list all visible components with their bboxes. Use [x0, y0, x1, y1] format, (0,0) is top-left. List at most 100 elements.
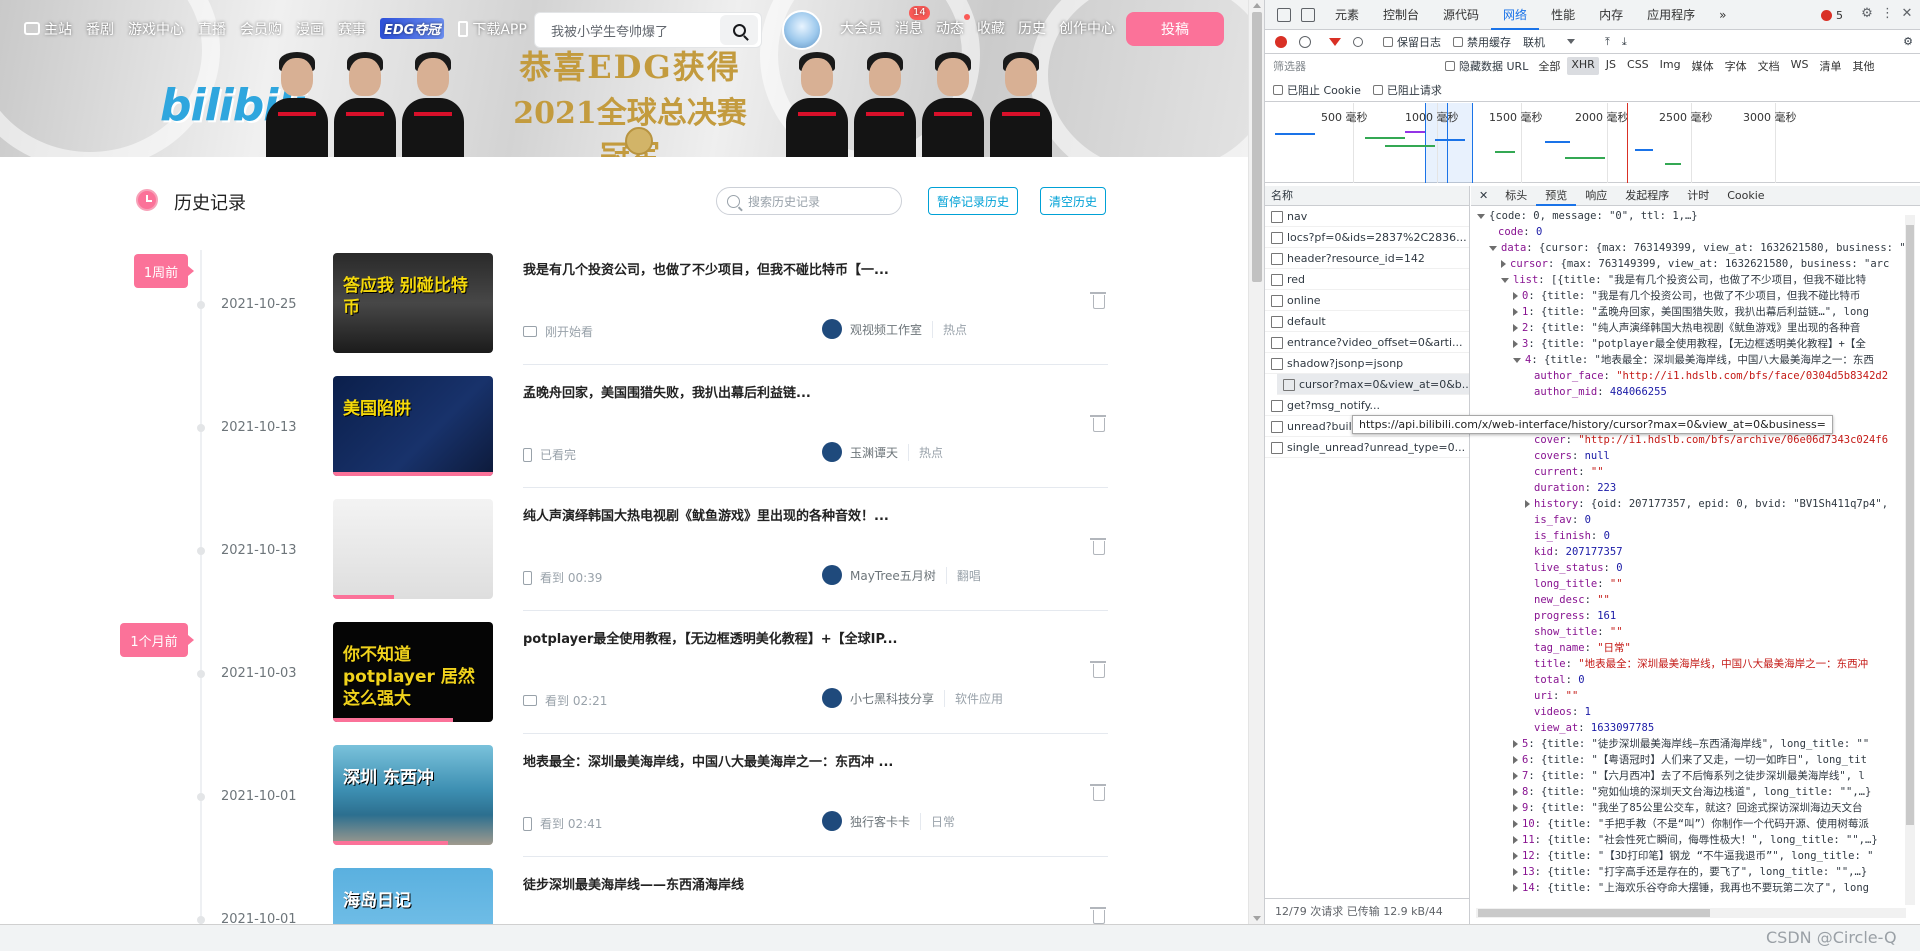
delete-icon[interactable]: [1090, 784, 1106, 801]
scroll-thumb[interactable]: [1252, 12, 1262, 282]
expand-icon[interactable]: [1513, 292, 1518, 300]
uploader-name[interactable]: MayTree五月树: [850, 567, 936, 584]
expand-icon[interactable]: [1513, 788, 1518, 796]
nav-item-games[interactable]: 游戏中心: [128, 19, 184, 39]
history-entry[interactable]: 2021-10-03 你不知道potplayer 居然这么强大 potplayer最…: [0, 622, 1248, 745]
devtools-tab[interactable]: 性能: [1539, 0, 1587, 30]
user-avatar[interactable]: [782, 10, 822, 50]
settings-icon[interactable]: ⚙: [1861, 7, 1873, 20]
category-tag[interactable]: 热点: [908, 443, 943, 461]
json-line[interactable]: 3: {title: "potplayer最全使用教程，【无边框透明美化教程】+…: [1471, 336, 1913, 352]
upload-har-icon[interactable]: ⤒: [1605, 35, 1610, 49]
hide-data-url-checkbox[interactable]: 隐藏数据 URL: [1445, 58, 1528, 74]
type-filter[interactable]: 其他: [1848, 57, 1878, 75]
detail-tab[interactable]: 计时: [1678, 186, 1718, 206]
video-title[interactable]: potplayer最全使用教程，【无边框透明美化教程】+【全球IP...: [523, 628, 1083, 647]
request-row[interactable]: get?msg_notify...: [1265, 395, 1469, 416]
device-toolbar-icon[interactable]: [1301, 7, 1315, 22]
json-line[interactable]: 11: {title: "社会性死亡瞬间，侮辱性极大！", long_title…: [1471, 832, 1913, 848]
video-title[interactable]: 纯人声演绎韩国大热电视剧《鱿鱼游戏》里出现的各种音效！...: [523, 505, 1083, 524]
preview-hscrollbar[interactable]: [1476, 908, 1906, 918]
nav-item-edg-badge[interactable]: EDG夺冠: [380, 18, 445, 39]
type-filter[interactable]: JS: [1602, 57, 1620, 75]
category-tag[interactable]: 翻唱: [945, 566, 981, 584]
video-title[interactable]: 徒步深圳最美海岸线——东西涌海岸线: [523, 874, 1083, 893]
history-entry[interactable]: 2021-10-01 深圳 东西冲 地表最全：深圳最美海岸线，中国八大最美海岸之一：…: [0, 745, 1248, 868]
expand-icon[interactable]: [1513, 756, 1518, 764]
uploader[interactable]: 玉渊谭天 热点: [822, 442, 943, 462]
preview-scrollbar[interactable]: [1905, 215, 1915, 905]
uploader-avatar[interactable]: [822, 811, 842, 831]
search-icon[interactable]: [1353, 36, 1363, 47]
type-filter[interactable]: 清单: [1815, 57, 1845, 75]
collapse-icon[interactable]: [1477, 213, 1485, 219]
video-title[interactable]: 孟晚舟回家，美国围猎失败，我扒出幕后利益链...: [523, 382, 1083, 401]
json-line[interactable]: 4: {title: "地表最全：深圳最美海岸线，中国八大最美海岸之一：东西: [1471, 352, 1913, 368]
json-line[interactable]: list: [{title: "我是有几个投资公司，也做了不少项目，但我不碰比特: [1471, 272, 1913, 288]
nav-item-vip[interactable]: 大会员: [840, 18, 882, 38]
video-thumbnail[interactable]: [333, 499, 493, 599]
request-row[interactable]: red: [1265, 269, 1469, 290]
request-row[interactable]: single_unread?unread_type=0...: [1265, 437, 1469, 458]
nav-item-esports[interactable]: 赛事: [338, 19, 366, 39]
delete-icon[interactable]: [1090, 661, 1106, 678]
more-options-icon[interactable]: ⋮: [1881, 7, 1894, 20]
json-line[interactable]: 8: {title: "宛如仙境的深圳天文台海边栈道", long_title:…: [1471, 784, 1913, 800]
expand-icon[interactable]: [1513, 804, 1518, 812]
devtools-tab[interactable]: 内存: [1587, 0, 1635, 30]
json-line[interactable]: 1: {title: "孟晚舟回家，美国围猎失败，我扒出幕后利益链…", lon…: [1471, 304, 1913, 320]
detail-tab[interactable]: 发起程序: [1616, 186, 1678, 206]
nav-item-anime[interactable]: 番剧: [86, 19, 114, 39]
filter-icon[interactable]: [1329, 37, 1341, 46]
uploader[interactable]: MayTree五月树 翻唱: [822, 565, 981, 585]
uploader-name[interactable]: 小七黑科技分享: [850, 690, 934, 707]
json-line[interactable]: 13: {title: "打字高手还是存在的，要飞了", long_title:…: [1471, 864, 1913, 880]
expand-icon[interactable]: [1513, 820, 1518, 828]
clear-icon[interactable]: [1299, 35, 1311, 48]
devtools-tab[interactable]: 元素: [1323, 0, 1371, 30]
json-line[interactable]: history: {oid: 207177357, epid: 0, bvid:…: [1471, 496, 1913, 512]
history-entry[interactable]: 2021-10-13 美国陷阱 孟晚舟回家，美国围猎失败，我扒出幕后利益链... 已看…: [0, 376, 1248, 499]
video-thumbnail[interactable]: 你不知道potplayer 居然这么强大: [333, 622, 493, 722]
uploader-avatar[interactable]: [822, 688, 842, 708]
video-title[interactable]: 我是有几个投资公司，也做了不少项目，但我不碰比特币【一...: [523, 259, 1083, 278]
collapse-icon[interactable]: [1513, 357, 1521, 363]
request-row[interactable]: online: [1265, 290, 1469, 311]
main-search-box[interactable]: 我被小学生夸帅爆了: [534, 12, 762, 48]
download-har-icon[interactable]: ⤓: [1622, 35, 1627, 49]
collapse-icon[interactable]: [1501, 277, 1509, 283]
type-filter[interactable]: 媒体: [1688, 57, 1718, 75]
nav-item-creator-center[interactable]: 创作中心: [1059, 18, 1115, 38]
request-row[interactable]: nav: [1265, 206, 1469, 227]
json-line[interactable]: 7: {title: "【六月西冲】去了不后悔系列之徒步深圳最美海岸线", l: [1471, 768, 1913, 784]
json-line[interactable]: 14: {title: "上海欢乐谷夺命大摆锤，我再也不要玩第二次了", lon…: [1471, 880, 1913, 896]
page-scrollbar[interactable]: [1248, 0, 1264, 924]
record-icon[interactable]: [1275, 35, 1287, 48]
expand-icon[interactable]: [1513, 740, 1518, 748]
name-column-header[interactable]: 名称: [1265, 186, 1469, 206]
uploader-avatar[interactable]: [822, 319, 842, 339]
request-row[interactable]: locs?pf=0&ids=2837%2C2836...: [1265, 227, 1469, 248]
type-filter[interactable]: 字体: [1721, 57, 1751, 75]
request-row[interactable]: header?resource_id=142: [1265, 248, 1469, 269]
blocked-requests-checkbox[interactable]: 已阻止请求: [1372, 82, 1442, 98]
settings-icon[interactable]: ⚙: [1903, 35, 1913, 48]
request-row[interactable]: cursor?max=0&view_at=0&b...: [1277, 374, 1469, 395]
scroll-down-icon[interactable]: [1253, 916, 1261, 921]
close-icon[interactable]: ✕: [1901, 7, 1913, 20]
delete-icon[interactable]: [1090, 538, 1106, 555]
json-line[interactable]: data: {cursor: {max: 763149399, view_at:…: [1471, 240, 1913, 256]
video-title[interactable]: 地表最全：深圳最美海岸线，中国八大最美海岸之一：东西冲 ...: [523, 751, 1083, 770]
disable-cache-checkbox[interactable]: 禁用缓存: [1453, 34, 1511, 50]
nav-item-messages[interactable]: 14 消息: [895, 6, 930, 38]
nav-item-manga[interactable]: 漫画: [296, 19, 324, 39]
main-search-input[interactable]: 我被小学生夸帅爆了: [535, 21, 720, 40]
category-tag[interactable]: 热点: [932, 320, 967, 338]
expand-icon[interactable]: [1513, 772, 1518, 780]
blocked-cookies-checkbox[interactable]: 已阻止 Cookie: [1273, 82, 1361, 98]
expand-icon[interactable]: [1513, 852, 1518, 860]
expand-icon[interactable]: [1513, 340, 1518, 348]
history-search-input[interactable]: 搜索历史记录: [748, 193, 820, 210]
more-tabs-icon[interactable]: »: [1707, 0, 1738, 30]
request-row[interactable]: entrance?video_offset=0&arti...: [1265, 332, 1469, 353]
